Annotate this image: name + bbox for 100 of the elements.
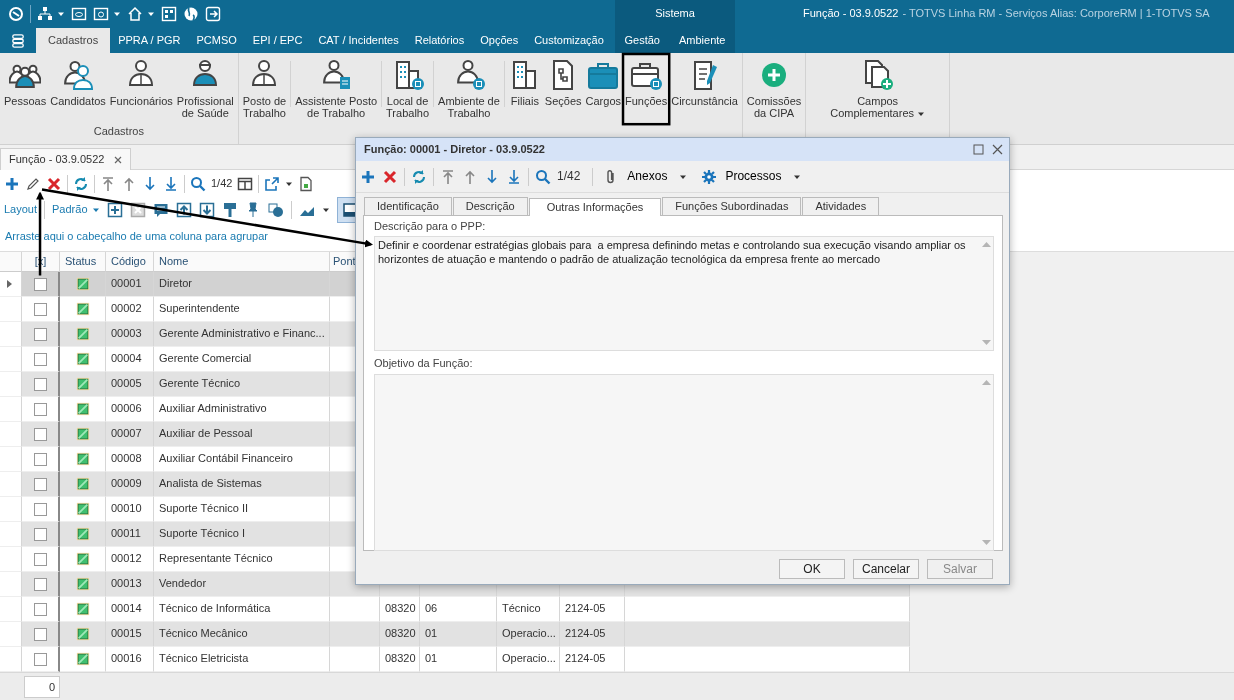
row-header[interactable] bbox=[0, 272, 22, 297]
ribbon-tab[interactable]: Cadastros bbox=[36, 28, 111, 53]
window-refresh-icon[interactable] bbox=[93, 6, 109, 22]
form-tab[interactable]: Identificação bbox=[364, 197, 452, 216]
table-cell: Diretor bbox=[159, 277, 192, 291]
checkbox[interactable] bbox=[33, 502, 47, 516]
next-icon[interactable] bbox=[142, 175, 158, 192]
form-tab[interactable]: Outras Informações bbox=[528, 198, 662, 217]
paint-roller-icon[interactable] bbox=[221, 201, 238, 218]
search-icon[interactable] bbox=[190, 175, 206, 192]
add-icon[interactable] bbox=[360, 168, 376, 185]
ribbon-button[interactable]: Cargos bbox=[583, 57, 623, 122]
checkbox[interactable] bbox=[33, 427, 47, 441]
table-cell: Gerente Técnico bbox=[159, 377, 241, 391]
home-icon[interactable] bbox=[127, 6, 143, 22]
ribbon-button[interactable]: Profissional de Saúde bbox=[174, 57, 236, 122]
grid-icon[interactable] bbox=[161, 6, 177, 22]
caret-icon[interactable] bbox=[113, 10, 121, 18]
column-header[interactable]: Pont bbox=[333, 254, 356, 269]
panel-icon[interactable] bbox=[341, 201, 358, 218]
column-header[interactable]: Nome bbox=[159, 254, 189, 269]
preset-dropdown[interactable]: Padrão bbox=[52, 202, 100, 217]
ribbon-button[interactable]: Pessoas bbox=[2, 57, 49, 122]
checkbox[interactable] bbox=[33, 452, 47, 466]
first-icon[interactable] bbox=[440, 168, 456, 185]
ribbon-button[interactable]: Ambiente de Trabalho bbox=[436, 57, 502, 122]
close-icon[interactable] bbox=[992, 144, 1003, 155]
table-row[interactable]: 00015 Técnico Mecânico 08320 01 Operacio... 2124-05 bbox=[0, 622, 910, 647]
checkbox[interactable] bbox=[33, 602, 47, 616]
checkbox[interactable] bbox=[33, 327, 47, 341]
document-icon[interactable] bbox=[298, 175, 315, 192]
ribbon-button[interactable]: Funcionários bbox=[107, 57, 175, 122]
ribbon-button[interactable]: Filiais bbox=[506, 57, 543, 122]
table-cell: Suporte Técnico I bbox=[159, 527, 245, 541]
first-icon[interactable] bbox=[100, 175, 116, 192]
checkbox[interactable] bbox=[33, 302, 47, 316]
checkbox[interactable] bbox=[33, 652, 47, 666]
last-icon[interactable] bbox=[163, 175, 179, 192]
add-row-icon[interactable] bbox=[106, 201, 123, 218]
checkbox[interactable] bbox=[33, 577, 47, 591]
refresh-icon[interactable] bbox=[73, 175, 89, 192]
table-cell: Técnico de Informática bbox=[159, 602, 271, 616]
caret-icon[interactable] bbox=[57, 10, 65, 18]
search-icon[interactable] bbox=[535, 168, 551, 185]
checkbox[interactable] bbox=[33, 527, 47, 541]
checkbox[interactable] bbox=[33, 402, 47, 416]
export-icon[interactable] bbox=[264, 175, 281, 192]
comment-icon[interactable] bbox=[152, 201, 169, 218]
form-tab[interactable]: Funções Subordinadas bbox=[662, 197, 802, 216]
checkbox[interactable] bbox=[33, 352, 47, 366]
record-counter: 1/42 bbox=[557, 169, 581, 184]
close-icon[interactable] bbox=[114, 155, 123, 164]
delete-icon[interactable] bbox=[46, 175, 62, 192]
column-header[interactable]: Status bbox=[65, 254, 97, 269]
ribbon-button[interactable]: Circunstância bbox=[669, 57, 740, 122]
layout-link[interactable]: Layout bbox=[4, 202, 38, 217]
ribbon-button[interactable]: Campos Complementares bbox=[828, 57, 928, 122]
checkbox[interactable] bbox=[33, 377, 47, 391]
dialog-title: Função: 00001 - Diretor - 03.9.0522 bbox=[364, 142, 545, 157]
checkbox[interactable] bbox=[33, 552, 47, 566]
table-cell: 2124-05 bbox=[565, 602, 606, 616]
ribbon-button[interactable]: Assistente Posto de Trabalho bbox=[293, 57, 380, 122]
ribbon-button[interactable]: Posto de Trabalho bbox=[240, 57, 289, 122]
refresh-icon[interactable] bbox=[411, 168, 427, 185]
dialog-button[interactable]: Cancelar bbox=[853, 559, 919, 580]
ribbon-button[interactable]: Candidatos bbox=[48, 57, 108, 122]
ribbon-button[interactable]: Seções bbox=[542, 57, 584, 122]
attachments-dropdown[interactable]: Anexos bbox=[599, 167, 692, 186]
network-icon[interactable] bbox=[37, 6, 53, 22]
group-label: Cadastros bbox=[92, 124, 145, 139]
ribbon-button[interactable]: Comissões da CIPA bbox=[744, 57, 804, 122]
exit-icon[interactable] bbox=[205, 6, 221, 22]
logo-icon[interactable] bbox=[8, 6, 24, 22]
table-row[interactable]: 00016 Técnico Eletricista 08320 01 Operacio... 2124-05 bbox=[0, 647, 910, 672]
processes-dropdown[interactable]: Processos bbox=[697, 167, 806, 186]
table-cell: Operacio... bbox=[502, 627, 556, 641]
window-icon[interactable] bbox=[71, 6, 87, 22]
document-tab[interactable]: Função - 03.9.0522 bbox=[0, 148, 132, 170]
checkbox[interactable] bbox=[33, 627, 47, 641]
column-header[interactable]: Código bbox=[111, 254, 146, 269]
menu-icon[interactable] bbox=[11, 32, 25, 49]
ribbon-button[interactable]: Local de Trabalho bbox=[384, 57, 432, 122]
globe-icon[interactable] bbox=[183, 6, 199, 22]
table-cell: 00016 bbox=[111, 652, 142, 666]
add-icon[interactable] bbox=[4, 175, 20, 192]
table-row[interactable]: 00014 Técnico de Informática 08320 06 Técnico 2124-05 bbox=[0, 597, 910, 622]
shapes-icon[interactable] bbox=[267, 201, 284, 218]
move-down-icon[interactable] bbox=[198, 201, 215, 218]
next-icon[interactable] bbox=[484, 168, 500, 185]
caret-icon[interactable] bbox=[147, 10, 155, 18]
maximize-icon[interactable] bbox=[973, 144, 984, 155]
last-icon[interactable] bbox=[506, 168, 522, 185]
columns-icon[interactable] bbox=[237, 175, 254, 192]
status-icon bbox=[75, 427, 90, 441]
dialog-button[interactable]: OK bbox=[779, 559, 845, 580]
checkbox[interactable] bbox=[33, 477, 47, 491]
form-tab[interactable]: Atividades bbox=[802, 197, 880, 216]
ribbon-button[interactable]: Funções bbox=[623, 57, 670, 122]
form-tab[interactable]: Descrição bbox=[452, 197, 528, 216]
checkbox[interactable] bbox=[33, 277, 47, 291]
